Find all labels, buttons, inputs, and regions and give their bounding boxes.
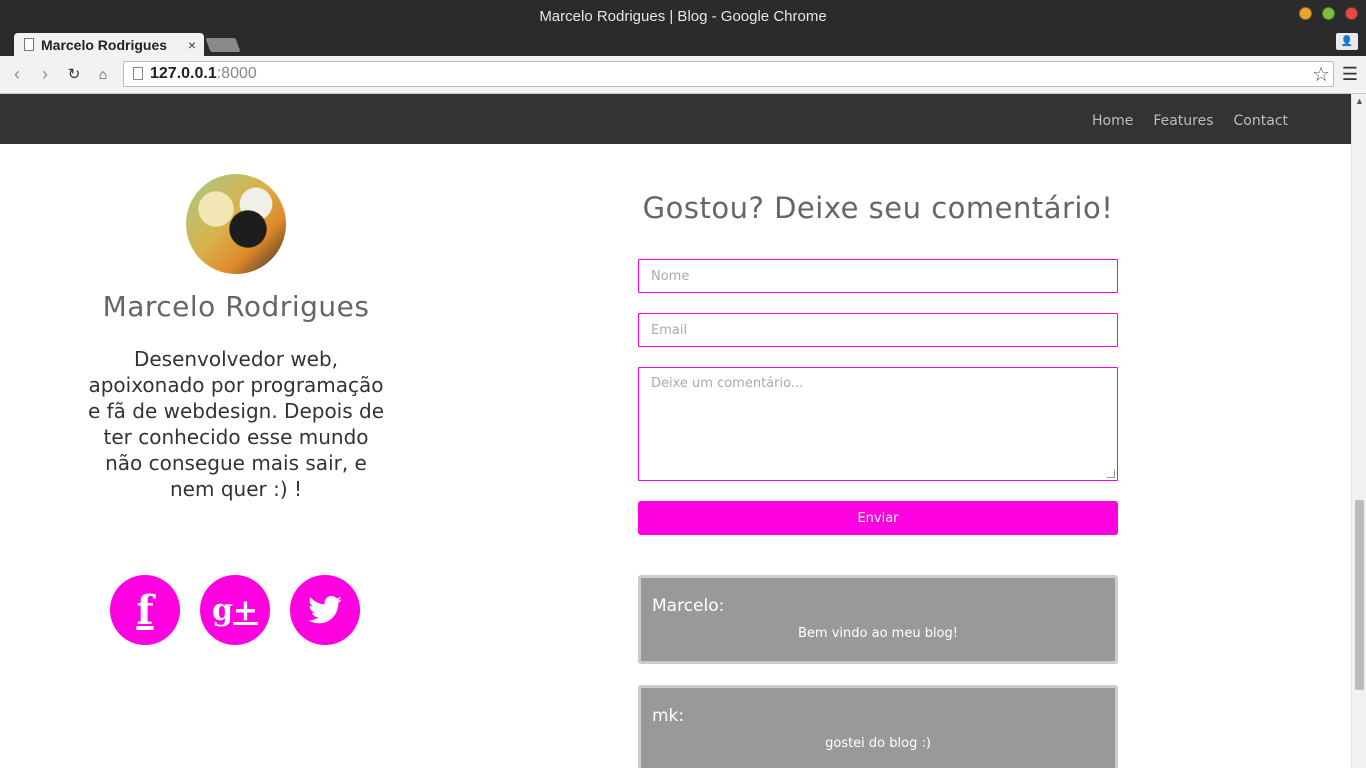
minimize-button[interactable] xyxy=(1299,7,1312,20)
submit-button[interactable]: Enviar xyxy=(638,501,1118,535)
url-port: :8000 xyxy=(216,65,257,82)
profile-name: Marcelo Rodrigues xyxy=(102,290,370,323)
google-plus-icon: g+ xyxy=(211,592,259,628)
reload-icon[interactable]: ↻ xyxy=(64,64,84,84)
menu-icon[interactable]: ☰ xyxy=(1342,64,1358,85)
nav-link-home[interactable]: Home xyxy=(1092,113,1133,129)
window-controls xyxy=(1299,7,1358,20)
close-window-button[interactable] xyxy=(1345,7,1358,20)
avatar xyxy=(186,174,286,274)
page-scrollbar[interactable]: ▲ xyxy=(1351,94,1366,768)
comment-author: mk: xyxy=(652,706,685,726)
nav-links: Home Features Contact xyxy=(1092,110,1288,129)
comment-text: gostei do blog :) xyxy=(825,736,931,751)
nav-link-features[interactable]: Features xyxy=(1153,113,1213,129)
browser-tab[interactable]: Marcelo Rodrigues × xyxy=(14,33,204,56)
profile-icon[interactable]: 👤 xyxy=(1336,33,1358,50)
new-tab-button[interactable] xyxy=(205,38,241,52)
page-icon xyxy=(133,67,143,80)
textarea-resize-handle[interactable] xyxy=(1107,470,1115,478)
twitter-icon xyxy=(308,596,342,624)
home-icon[interactable]: ⌂ xyxy=(93,64,113,84)
window-titlebar: Marcelo Rodrigues | Blog - Google Chrome xyxy=(0,0,1366,33)
facebook-icon: f xyxy=(136,586,154,634)
page-viewport: Home Features Contact Marcelo Rodrigues … xyxy=(0,94,1351,768)
scroll-up-icon[interactable]: ▲ xyxy=(1355,96,1364,106)
forward-icon[interactable]: › xyxy=(35,64,55,84)
nav-link-contact[interactable]: Contact xyxy=(1234,113,1288,129)
comment-card: Marcelo: Bem vindo ao meu blog! xyxy=(638,575,1118,664)
tab-strip: Marcelo Rodrigues × 👤 xyxy=(0,33,1366,56)
maximize-button[interactable] xyxy=(1322,7,1335,20)
comment-card: mk: gostei do blog :) xyxy=(638,685,1118,768)
profile-bio: Desenvolvedor web, apoixonado por progra… xyxy=(87,347,385,501)
tab-title: Marcelo Rodrigues xyxy=(41,36,168,53)
comment-form-heading: Gostou? Deixe seu comentário! xyxy=(642,191,1114,225)
site-navbar: Home Features Contact xyxy=(0,94,1351,144)
twitter-button[interactable] xyxy=(290,575,360,645)
comment-author: Marcelo: xyxy=(652,596,725,616)
name-field[interactable] xyxy=(638,259,1118,293)
email-field[interactable] xyxy=(638,313,1118,347)
page-icon xyxy=(24,38,34,51)
window-title: Marcelo Rodrigues | Blog - Google Chrome xyxy=(539,8,827,25)
browser-toolbar: ‹ › ↻ ⌂ 127.0.0.1:8000 ☆ ☰ xyxy=(0,56,1366,94)
facebook-button[interactable]: f xyxy=(110,575,180,645)
comment-textarea[interactable] xyxy=(638,367,1118,481)
url-host: 127.0.0.1 xyxy=(150,65,217,82)
bookmark-star-icon[interactable]: ☆ xyxy=(1312,62,1330,87)
google-plus-button[interactable]: g+ xyxy=(200,575,270,645)
scroll-thumb[interactable] xyxy=(1355,500,1364,690)
tab-close-icon[interactable]: × xyxy=(188,37,196,53)
address-bar[interactable]: 127.0.0.1:8000 ☆ xyxy=(123,61,1334,87)
comment-text: Bem vindo ao meu blog! xyxy=(798,626,958,641)
back-icon[interactable]: ‹ xyxy=(7,64,27,84)
